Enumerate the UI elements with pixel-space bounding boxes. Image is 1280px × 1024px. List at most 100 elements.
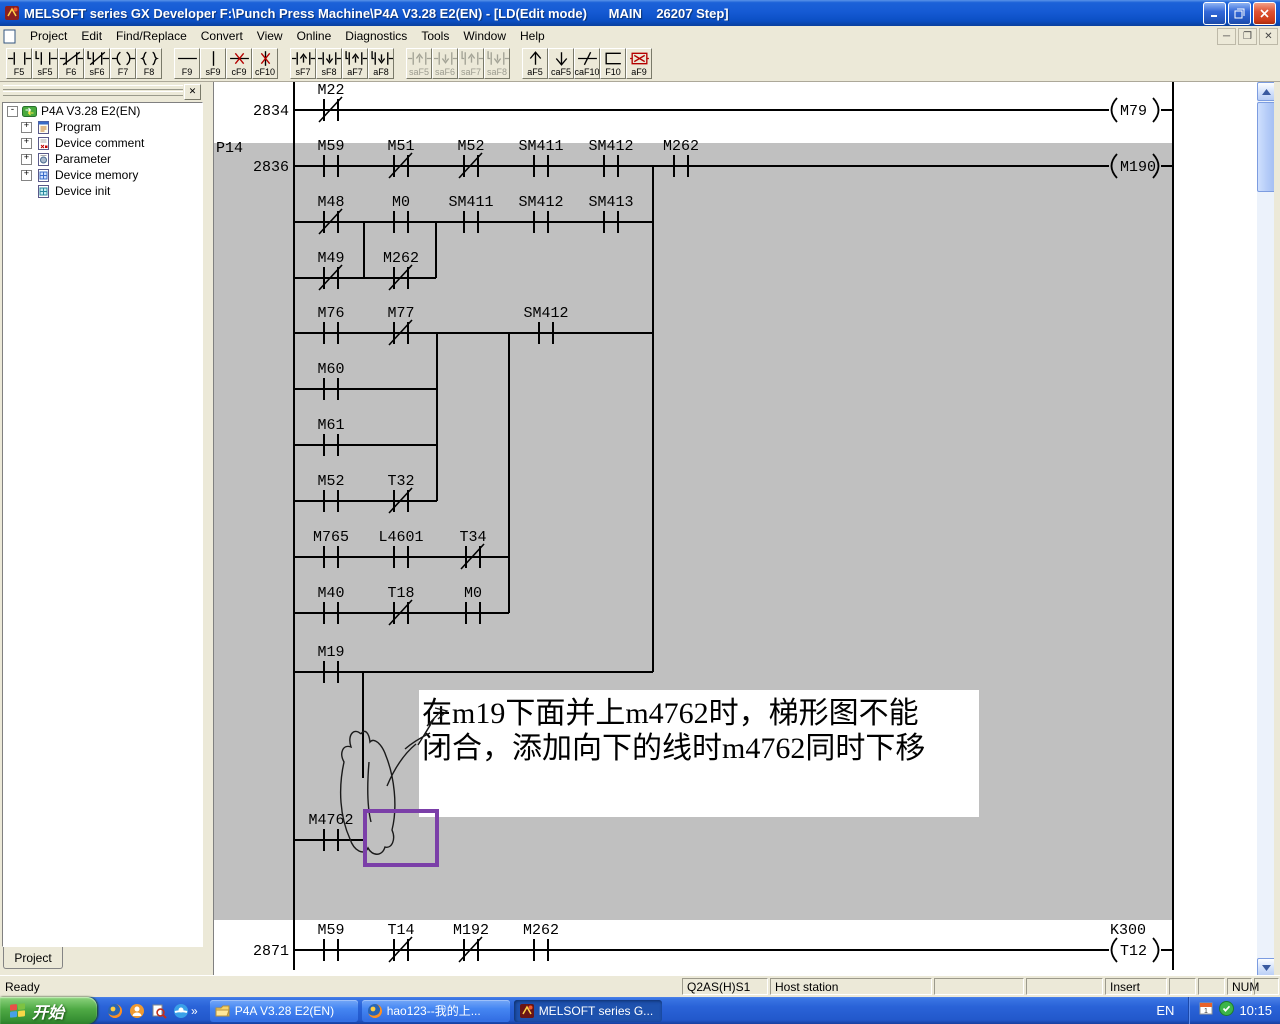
panel-grip[interactable]	[3, 91, 183, 96]
contact-M59-no[interactable]: M59	[317, 922, 344, 961]
panel-close-icon[interactable]: ✕	[184, 84, 201, 100]
contact-T14-nc[interactable]: T14	[387, 922, 414, 962]
tool-cF9[interactable]: cF9	[226, 48, 252, 79]
menu-diagnostics[interactable]: Diagnostics	[338, 27, 414, 45]
contact-M262-no[interactable]: M262	[523, 922, 559, 961]
tab-project[interactable]: Project	[3, 947, 63, 969]
task-buttons: P4A V3.28 E2(EN) hao123--我的上... MELSOFT se…	[210, 1000, 1143, 1022]
tool-aF5[interactable]: aF5	[522, 48, 548, 79]
tool-F5[interactable]: F5	[6, 48, 32, 79]
tree-item-label: Program	[55, 120, 101, 134]
taskbar-task-p4a-v3-28-e2-en-[interactable]: P4A V3.28 E2(EN)	[210, 1000, 358, 1022]
device-comment-icon	[36, 136, 51, 151]
tool-sF9[interactable]: sF9	[200, 48, 226, 79]
menu-find-replace[interactable]: Find/Replace	[109, 27, 194, 45]
menu-items: ProjectEditFind/ReplaceConvertViewOnline…	[23, 27, 552, 45]
menu-help[interactable]: Help	[513, 27, 552, 45]
expander-icon[interactable]: +	[21, 138, 32, 149]
ladder-editor[interactable]: M22M59M51M52SM411SM412M262M48M0SM411SM41…	[213, 82, 1257, 975]
tool-F10[interactable]: F10	[600, 48, 626, 79]
vertical-scrollbar[interactable]	[1257, 82, 1274, 975]
svg-text:M61: M61	[317, 417, 344, 434]
chevron-icon[interactable]: »	[191, 1004, 198, 1018]
language-indicator[interactable]: EN	[1142, 1003, 1188, 1018]
start-button[interactable]: 开始	[0, 997, 97, 1024]
project-tree: -P4A V3.28 E2(EN) + Program+Device comment…	[2, 102, 203, 947]
tool-aF8[interactable]: aF8	[368, 48, 394, 79]
status-insert-mode: Insert	[1105, 978, 1167, 995]
tree-item-device-comment[interactable]: +Device comment	[3, 135, 202, 151]
expander-icon[interactable]: +	[21, 154, 32, 165]
tool-saF8: saF8	[484, 48, 510, 79]
expander-icon[interactable]: +	[21, 170, 32, 181]
tool-F9[interactable]: F9	[174, 48, 200, 79]
tool-F8[interactable]: F8	[136, 48, 162, 79]
menu-tools[interactable]: Tools	[414, 27, 456, 45]
status-empty	[1254, 978, 1279, 995]
taskbar-task-melsoft-series-g-[interactable]: MELSOFT series G...	[514, 1000, 662, 1022]
panel-splitter[interactable]	[205, 82, 213, 975]
app-icon	[4, 5, 20, 21]
svg-text:SM412: SM412	[523, 305, 568, 322]
status-ready: Ready	[0, 976, 681, 997]
tree-item-project-root[interactable]: -P4A V3.28 E2(EN)	[3, 103, 202, 119]
svg-text:M40: M40	[317, 585, 344, 602]
close-button[interactable]	[1253, 2, 1276, 25]
panel-grip[interactable]	[3, 85, 183, 90]
child-window-icon[interactable]	[3, 29, 17, 44]
menu-window[interactable]: Window	[456, 27, 513, 45]
device-memory-icon	[36, 168, 51, 183]
expander-icon[interactable]: +	[21, 122, 32, 133]
menu-online[interactable]: Online	[290, 27, 339, 45]
contact-M192-nc[interactable]: M192	[453, 922, 489, 962]
tree-item-device-init[interactable]: Device init	[3, 183, 202, 199]
quick-launch-ie-icon[interactable]	[173, 1003, 189, 1019]
minimize-button[interactable]	[1203, 2, 1226, 25]
quick-launch-search-icon[interactable]	[151, 1003, 167, 1019]
child-restore-button[interactable]: ❐	[1238, 28, 1257, 45]
start-label: 开始	[32, 999, 64, 1023]
tool-caF10[interactable]: caF10	[574, 48, 600, 79]
tool-F7[interactable]: F7	[110, 48, 136, 79]
quick-launch	[107, 1003, 189, 1019]
annotation-text: 闭合，添加向下的线时m4762同时下移	[422, 732, 925, 765]
ladder-toolbar: F5sF5F6sF6F7F8 F9sF9cF9cF10 sF7sF8aF7aF8 sa…	[0, 46, 1280, 82]
clock[interactable]: 10:15	[1239, 1003, 1272, 1018]
task-label: hao123--我的上...	[387, 1002, 481, 1019]
menu-edit[interactable]: Edit	[74, 27, 109, 45]
svg-text:M0: M0	[392, 194, 410, 211]
restore-button[interactable]	[1228, 2, 1251, 25]
tool-sF8[interactable]: sF8	[316, 48, 342, 79]
tool-cF10[interactable]: cF10	[252, 48, 278, 79]
tree-item-parameter[interactable]: + Parameter	[3, 151, 202, 167]
tool-aF7[interactable]: aF7	[342, 48, 368, 79]
security-shield-icon[interactable]	[1219, 1001, 1234, 1021]
expander-icon[interactable]: -	[7, 106, 18, 117]
tool-sF5[interactable]: sF5	[32, 48, 58, 79]
coil-T12[interactable]: T12K300	[1110, 922, 1159, 962]
tool-sF7[interactable]: sF7	[290, 48, 316, 79]
menu-view[interactable]: View	[250, 27, 290, 45]
quick-launch-firefox-icon[interactable]	[107, 1003, 123, 1019]
child-close-button[interactable]: ✕	[1259, 28, 1278, 45]
tool-sF6[interactable]: sF6	[84, 48, 110, 79]
coil-M79[interactable]: M79	[1112, 98, 1159, 122]
ladder-canvas[interactable]: M22M59M51M52SM411SM412M262M48M0SM411SM41…	[214, 82, 1258, 975]
project-root-icon	[22, 104, 37, 119]
quick-launch-messenger-icon[interactable]	[129, 1003, 145, 1019]
menu-convert[interactable]: Convert	[194, 27, 250, 45]
taskbar-task-hao123-[interactable]: hao123--我的上...	[362, 1000, 510, 1022]
child-minimize-button[interactable]: ─	[1217, 28, 1236, 45]
tool-aF9[interactable]: aF9	[626, 48, 652, 79]
tool-F6[interactable]: F6	[58, 48, 84, 79]
project-panel: ✕ -P4A V3.28 E2(EN) + Program+Device comme…	[0, 82, 205, 975]
contact-M22-nc[interactable]: M22	[317, 82, 344, 122]
menu-project[interactable]: Project	[23, 27, 74, 45]
tree-item-program[interactable]: + Program	[3, 119, 202, 135]
calendar-tray-icon[interactable]: 1	[1199, 1001, 1214, 1020]
tree-item-label: Parameter	[55, 152, 111, 166]
desktop: MELSOFT series GX Developer F:\Punch Pre…	[0, 0, 1280, 1024]
tree-item-device-memory[interactable]: +Device memory	[3, 167, 202, 183]
tool-caF5[interactable]: caF5	[548, 48, 574, 79]
windows-flag-icon	[8, 1001, 27, 1020]
